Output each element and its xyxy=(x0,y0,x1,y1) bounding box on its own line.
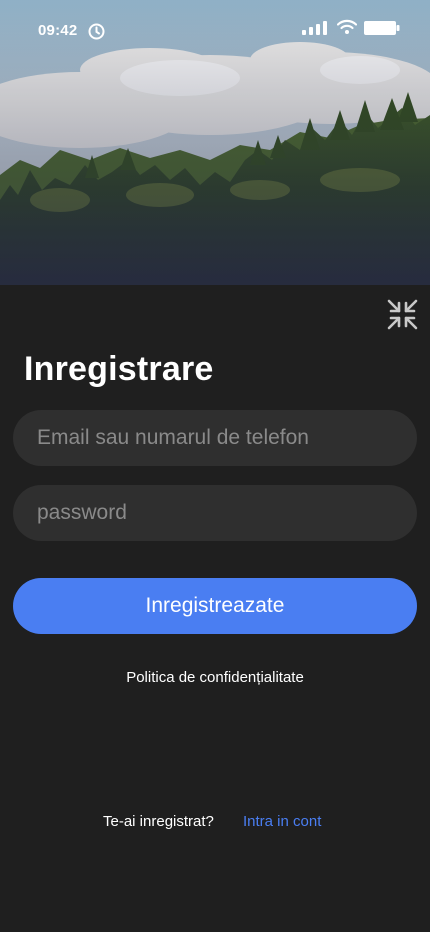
privacy-policy-link[interactable]: Politica de confidențialitate xyxy=(0,669,430,686)
signin-question: Te-ai inregistrat? xyxy=(103,813,214,830)
status-time: 09:42 xyxy=(38,22,78,39)
password-field[interactable] xyxy=(13,485,417,541)
collapse-icon[interactable] xyxy=(386,298,419,331)
signal-icon xyxy=(302,21,327,35)
wifi-icon xyxy=(337,19,357,34)
clock-icon xyxy=(88,23,105,40)
signin-link[interactable]: Intra in cont xyxy=(243,813,321,830)
signin-row: Te-ai inregistrat? Intra in cont xyxy=(0,813,430,833)
status-bar: 09:42 xyxy=(0,0,430,62)
email-field[interactable] xyxy=(13,410,417,466)
register-button[interactable]: Inregistreazate xyxy=(13,578,417,634)
battery-icon xyxy=(364,21,400,35)
page-title: Inregistrare xyxy=(24,350,214,388)
